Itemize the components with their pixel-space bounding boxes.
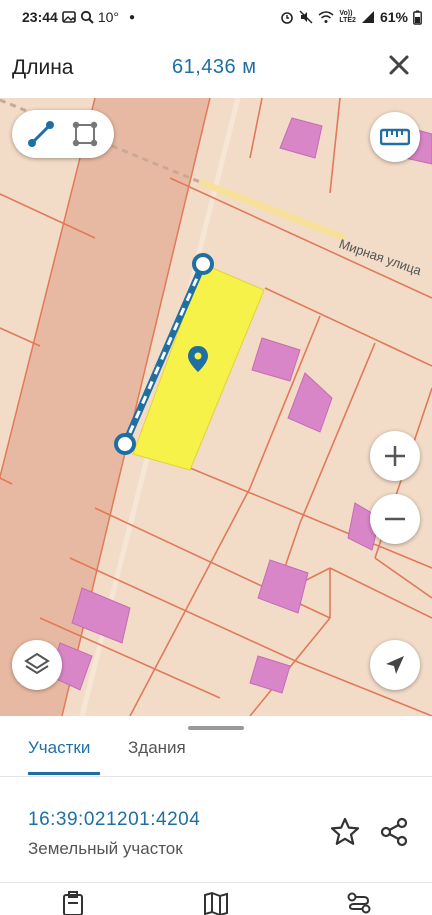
signal-icon [361,11,374,23]
measure-header: Длина 61,436 м [0,34,432,99]
zoom-in-button[interactable] [370,431,420,481]
locate-button[interactable] [370,640,420,690]
star-icon[interactable] [329,816,361,848]
parcel-sheet: Участки Здания 16:39:021201:4204 Земельн… [0,716,432,910]
measure-title: Длина [12,56,74,79]
line-tool-icon[interactable] [26,119,56,149]
dot-icon: ● [128,11,136,23]
polygon-tool-icon[interactable] [70,119,100,149]
status-right: Vo)) LTE2 61% [280,9,422,25]
battery-text: 61% [379,9,408,25]
active-tab-indicator [28,772,100,775]
status-weather: 10° [97,9,119,25]
locate-arrow-icon [386,656,404,674]
zoom-in-icon [385,446,405,466]
alarm-icon [281,12,294,24]
parcel-type: Земельный участок [28,839,183,858]
search-icon [80,10,94,24]
network-label: Vo)) LTE2 [339,10,356,24]
building [287,372,333,433]
layers-icon [24,652,50,675]
gallery-icon [62,11,76,23]
mute-icon [299,10,313,24]
measure-tools [12,110,114,158]
tab-buildings[interactable]: Здания [128,738,186,758]
measure-point-start[interactable] [192,253,214,275]
tab-divider [0,776,432,777]
route-icon[interactable] [346,891,372,915]
map-view[interactable]: Мирная улица [0,98,432,716]
zoom-out-button[interactable] [370,494,420,544]
sheet-handle[interactable] [188,726,244,730]
close-icon[interactable] [384,50,414,80]
battery-icon [413,10,422,25]
parcel-cadastral-number[interactable]: 16:39:021201:4204 [28,809,200,831]
layers-button[interactable] [12,640,62,690]
share-icon[interactable] [378,816,410,848]
street-highlight [198,178,347,242]
map-canvas [0,98,432,716]
bottom-nav [0,882,432,915]
building [251,337,301,382]
building [257,559,309,614]
ruler-icon [380,128,410,146]
status-left: 23:44 10° ● [22,9,135,25]
zoom-out-icon [385,517,405,521]
status-bar: 23:44 10° ● Vo)) LTE2 61% [0,0,432,34]
wifi-icon [318,11,334,23]
clipboard-icon[interactable] [60,891,86,915]
ruler-button[interactable] [370,112,420,162]
measure-value: 61,436 м [172,56,257,78]
building [249,655,291,694]
tab-parcels[interactable]: Участки [28,738,90,758]
measure-point-end[interactable] [114,433,136,455]
map-icon[interactable] [203,891,229,915]
building [279,117,323,159]
status-time: 23:44 [22,9,58,25]
